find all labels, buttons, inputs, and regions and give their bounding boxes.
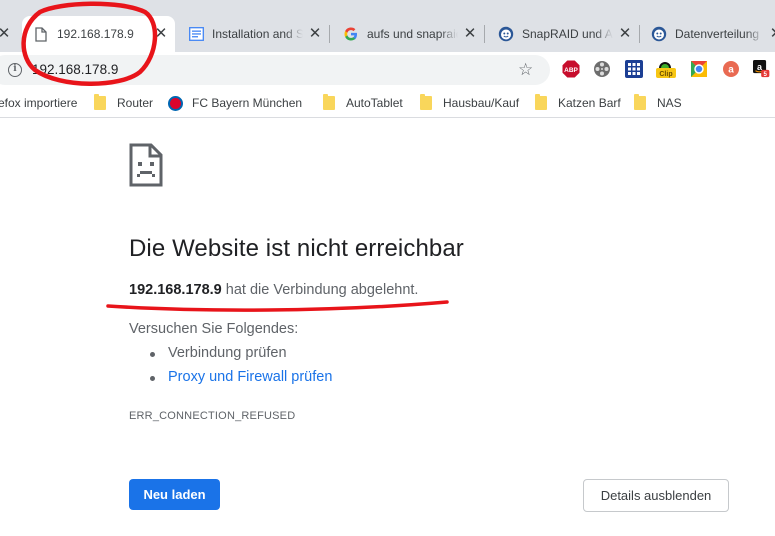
error-host: 192.168.178.9: [129, 282, 222, 298]
tab-aufs[interactable]: aufs und snapraid ✕: [330, 16, 484, 52]
close-icon[interactable]: ✕: [153, 26, 169, 42]
close-icon[interactable]: ✕: [0, 26, 12, 42]
clip-icon[interactable]: Clip: [655, 60, 677, 78]
fc-bayern-icon: [168, 95, 183, 111]
adblock-icon[interactable]: ABP: [562, 60, 580, 78]
sad-document-icon: [129, 143, 163, 192]
google-icon: [343, 26, 359, 42]
tab-title: Installation and Setup: [212, 27, 303, 41]
tab-datenverteilung[interactable]: Datenverteilung ✕: [640, 16, 775, 52]
tab-title: Datenverteilung: [675, 27, 764, 41]
folder-icon: [634, 94, 646, 110]
forum-icon: [651, 26, 667, 42]
svg-text:a: a: [728, 65, 734, 76]
bookmark-katzen[interactable]: Katzen Barf: [535, 94, 621, 112]
tab-title: SnapRAID und Alles: [522, 27, 613, 41]
page-icon: [33, 26, 49, 42]
tab-installation[interactable]: Installation and Setup ✕: [175, 16, 329, 52]
suggestions-heading: Versuchen Sie Folgendes:: [129, 321, 299, 337]
amazon-badge: 5: [764, 71, 768, 78]
address-bar[interactable]: i 192.168.178.9 ☆: [0, 55, 550, 85]
chrome-ext-icon[interactable]: [690, 60, 708, 78]
bookmark-nas[interactable]: NAS: [634, 94, 682, 112]
reload-button[interactable]: Neu laden: [129, 479, 220, 510]
bookmarks-bar: efox importieren Router FC Bayern Münche…: [0, 88, 775, 118]
error-message: 192.168.178.9 hat die Verbindung abgeleh…: [129, 282, 418, 298]
amazon-icon[interactable]: a5: [753, 60, 771, 78]
bookmark-firefox-import[interactable]: efox importieren: [0, 94, 77, 112]
bookmark-label: Router: [117, 96, 154, 110]
forum-icon: [498, 26, 514, 42]
bookmark-label: Katzen Barf: [558, 96, 621, 110]
details-button[interactable]: Details ausblenden: [583, 479, 729, 512]
proxy-firewall-link[interactable]: Proxy und Firewall prüfen: [168, 369, 332, 385]
tab-title: 192.168.178.9: [57, 27, 149, 41]
grid-apps-icon[interactable]: [625, 60, 643, 78]
error-message-text: hat die Verbindung abgelehnt.: [221, 282, 419, 298]
error-code: ERR_CONNECTION_REFUSED: [129, 410, 296, 422]
tab-partial[interactable]: ✕: [0, 16, 12, 52]
tab-active[interactable]: 192.168.178.9 ✕: [22, 16, 175, 52]
folder-icon: [420, 94, 432, 110]
close-icon[interactable]: ✕: [617, 26, 633, 42]
bookmark-label: FC Bayern München: [192, 96, 303, 110]
tab-strip: ✕ 192.168.178.9 ✕ Installation and Setup…: [0, 0, 775, 52]
close-icon[interactable]: ✕: [462, 26, 478, 42]
extension-red-icon[interactable]: a: [722, 60, 740, 78]
tab-snapraid[interactable]: SnapRAID und Alles ✕: [485, 16, 639, 52]
bookmark-label: NAS: [657, 96, 682, 110]
close-icon[interactable]: ✕: [768, 26, 775, 42]
document-icon: [188, 26, 204, 42]
folder-icon: [535, 94, 547, 110]
close-icon[interactable]: ✕: [307, 26, 323, 42]
address-input[interactable]: 192.168.178.9: [32, 62, 118, 77]
bookmark-fc-bayern[interactable]: FC Bayern München: [168, 94, 306, 112]
tab-title: aufs und snapraid: [367, 27, 458, 41]
folder-icon: [323, 94, 335, 110]
page-title: Die Website ist nicht erreichbar: [129, 235, 464, 262]
bookmark-label: efox importieren: [0, 96, 77, 110]
bookmark-label: AutoTablet: [346, 96, 403, 110]
annotation-underline: [106, 300, 449, 312]
clip-label: Clip: [659, 71, 672, 78]
bookmark-autotablet[interactable]: AutoTablet: [323, 94, 403, 112]
bookmark-hausbau[interactable]: Hausbau/Kauf: [420, 94, 519, 112]
bookmark-router[interactable]: Router: [94, 94, 153, 112]
adblock-label: ABP: [564, 67, 578, 74]
bookmark-label: Hausbau/Kauf: [443, 96, 520, 110]
folder-icon: [94, 94, 106, 110]
suggestion-text: Verbindung prüfen: [168, 345, 287, 361]
film-reel-icon[interactable]: [593, 60, 611, 78]
info-icon[interactable]: i: [8, 63, 22, 77]
bookmark-star-icon[interactable]: ☆: [518, 60, 533, 80]
